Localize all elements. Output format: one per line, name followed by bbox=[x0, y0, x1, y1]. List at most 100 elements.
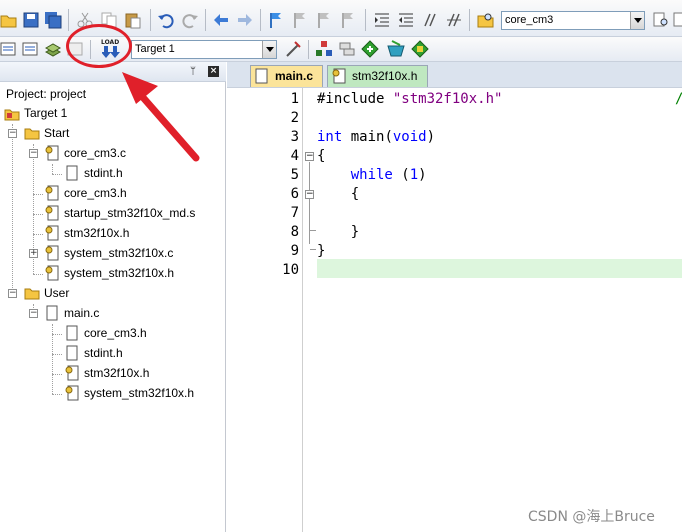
folder-open-icon bbox=[24, 288, 40, 300]
prev-bookmark-icon[interactable] bbox=[291, 11, 309, 29]
tab-main-c[interactable]: main.c bbox=[250, 65, 323, 87]
open-icon[interactable] bbox=[0, 11, 18, 29]
code-line[interactable]: while (1) bbox=[317, 166, 427, 185]
tree-file-label: stm32f10x.h bbox=[64, 226, 130, 240]
code-line[interactable]: int main(void) bbox=[317, 128, 435, 147]
translate-icon[interactable] bbox=[0, 40, 18, 58]
rebuild-icon[interactable] bbox=[44, 40, 62, 58]
header-file-key-icon bbox=[65, 365, 79, 381]
tree-file[interactable]: system_stm32f10x.c bbox=[44, 244, 224, 262]
collapse-icon[interactable]: − bbox=[29, 149, 38, 158]
fold-margin: − − bbox=[305, 88, 317, 532]
manage-components-icon[interactable] bbox=[315, 40, 333, 58]
line-number: 8 bbox=[290, 224, 299, 240]
line-number: 2 bbox=[290, 110, 299, 126]
bookmark-icon[interactable] bbox=[267, 11, 285, 29]
tree-file[interactable]: startup_stm32f10x_md.s bbox=[44, 204, 224, 222]
line-number-gutter: 1 2 3 4 5 6 7 8 9 10 bbox=[227, 88, 303, 532]
tree-file[interactable]: main.c bbox=[44, 304, 224, 322]
watermark: CSDN @海上Bruce bbox=[528, 509, 655, 525]
build-icon[interactable] bbox=[22, 40, 40, 58]
line-number: 6 bbox=[290, 186, 299, 202]
outdent-icon[interactable] bbox=[397, 11, 415, 29]
tree-file[interactable]: core_cm3.h bbox=[44, 184, 224, 202]
header-file-icon bbox=[66, 165, 78, 181]
select-packs-icon[interactable] bbox=[411, 40, 429, 58]
line-number: 3 bbox=[290, 129, 299, 145]
undo-icon[interactable] bbox=[157, 11, 175, 29]
collapse-icon[interactable]: − bbox=[29, 309, 38, 318]
next-bookmark-icon[interactable] bbox=[315, 11, 333, 29]
file-extensions-icon[interactable] bbox=[338, 40, 356, 58]
forward-icon[interactable] bbox=[236, 11, 254, 29]
toolbar-separator bbox=[150, 9, 151, 31]
tree-group[interactable]: User bbox=[24, 284, 204, 302]
fold-collapse-icon[interactable]: − bbox=[305, 152, 314, 161]
run-time-env-icon[interactable] bbox=[361, 40, 379, 58]
toolbar-separator bbox=[68, 9, 69, 31]
tree-file[interactable]: stm32f10x.h bbox=[64, 364, 224, 382]
tree-file-label: core_cm3.c bbox=[64, 146, 127, 160]
target-select[interactable]: Target 1 bbox=[131, 40, 277, 59]
tree-line bbox=[12, 124, 13, 294]
code-line[interactable]: { bbox=[317, 147, 325, 166]
tree-file[interactable]: system_stm32f10x.h bbox=[64, 384, 224, 402]
paste-icon[interactable] bbox=[124, 11, 142, 29]
indent-icon[interactable] bbox=[373, 11, 391, 29]
uncomment-icon[interactable] bbox=[445, 11, 463, 29]
code-line[interactable]: { bbox=[317, 185, 359, 204]
toolbar-separator bbox=[365, 9, 366, 31]
header-file-icon bbox=[66, 345, 78, 361]
tree-file[interactable]: stdint.h bbox=[64, 344, 224, 362]
save-all-icon[interactable] bbox=[44, 11, 62, 29]
tab-stm32f10x-h[interactable]: stm32f10x.h bbox=[327, 65, 428, 87]
collapse-icon[interactable]: − bbox=[8, 129, 17, 138]
redo-icon[interactable] bbox=[181, 11, 199, 29]
more-icon[interactable] bbox=[672, 11, 682, 29]
tree-line bbox=[33, 194, 43, 195]
code-line[interactable]: #include "stm32f10x.h" bbox=[317, 90, 502, 109]
project-header: Project: project bbox=[6, 85, 86, 103]
find-in-files-icon[interactable] bbox=[477, 11, 495, 29]
c-file-key-icon bbox=[45, 145, 59, 161]
tree-file[interactable]: stm32f10x.h bbox=[44, 224, 224, 242]
fold-line bbox=[309, 162, 310, 244]
tree-file-label: system_stm32f10x.h bbox=[84, 386, 195, 400]
collapse-icon[interactable]: − bbox=[8, 289, 17, 298]
fold-line bbox=[310, 230, 316, 231]
line-1-tail: / bbox=[675, 90, 682, 109]
close-icon[interactable]: × bbox=[208, 66, 219, 77]
annotation-arrow bbox=[122, 72, 200, 162]
fold-collapse-icon[interactable]: − bbox=[305, 190, 314, 199]
folder-open-icon bbox=[24, 128, 40, 140]
comment-icon[interactable] bbox=[421, 11, 439, 29]
back-icon[interactable] bbox=[212, 11, 230, 29]
tree-file[interactable]: core_cm3.h bbox=[64, 324, 224, 342]
line-number: 4 bbox=[290, 148, 299, 164]
target-combo[interactable]: core_cm3 bbox=[501, 11, 645, 30]
target-combo-value: core_cm3 bbox=[505, 14, 554, 26]
tree-file[interactable]: stdint.h bbox=[64, 164, 224, 182]
code-editor[interactable]: 1 2 3 4 5 6 7 8 9 10 − − #include "stm32… bbox=[227, 88, 682, 532]
tree-file-label: core_cm3.h bbox=[64, 186, 127, 200]
chevron-down-icon[interactable] bbox=[262, 41, 276, 58]
find-icon[interactable] bbox=[652, 11, 670, 29]
fold-line bbox=[310, 249, 316, 250]
clear-bookmarks-icon[interactable] bbox=[339, 11, 357, 29]
chevron-down-icon[interactable] bbox=[630, 12, 644, 29]
c-file-icon bbox=[255, 68, 268, 84]
code-line[interactable]: } bbox=[317, 223, 359, 242]
tree-file[interactable]: system_stm32f10x.h bbox=[44, 264, 224, 282]
target-icon bbox=[4, 109, 20, 121]
current-line-highlight bbox=[317, 259, 682, 278]
tree-file-label: stdint.h bbox=[84, 166, 123, 180]
editor-tab-bar: main.c stm32f10x.h bbox=[227, 62, 682, 88]
target-select-value: Target 1 bbox=[135, 43, 175, 55]
line-number: 7 bbox=[290, 205, 299, 221]
save-icon[interactable] bbox=[22, 11, 40, 29]
tree-line bbox=[52, 174, 62, 175]
pack-installer-icon[interactable] bbox=[387, 40, 405, 58]
code-line[interactable]: } bbox=[317, 242, 325, 261]
expand-icon[interactable]: + bbox=[29, 249, 38, 258]
target-options-icon[interactable] bbox=[284, 40, 302, 58]
